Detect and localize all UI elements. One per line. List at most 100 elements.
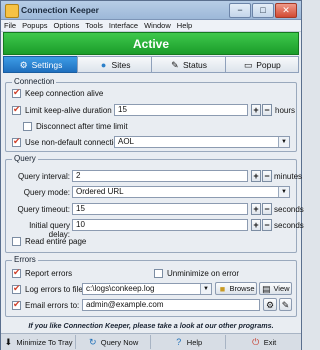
query-interval-label: Query interval:: [17, 172, 70, 181]
menu-tools[interactable]: Tools: [82, 20, 106, 31]
timeout-increase-button[interactable]: +: [251, 203, 261, 215]
view-button[interactable]: ▤ View: [259, 282, 292, 295]
read-entire-page-label: Read entire page: [25, 237, 87, 246]
tab-sites[interactable]: ● Sites: [77, 56, 152, 73]
errors-group-title: Errors: [12, 255, 38, 264]
disconnect-after-checkbox-row[interactable]: Disconnect after time limit: [23, 122, 128, 131]
report-errors-row[interactable]: Report errors: [12, 267, 72, 278]
email-input[interactable]: admin@example.com: [82, 299, 260, 311]
promo-message: If you like Connection Keeper, please ta…: [28, 321, 274, 330]
interval-decrease-button[interactable]: −: [262, 170, 272, 182]
chevron-down-icon[interactable]: ▼: [278, 187, 289, 197]
non-default-label: Use non-default connection:: [25, 138, 125, 147]
delay-unit: seconds: [274, 221, 304, 230]
query-timeout-input[interactable]: 15: [72, 203, 248, 215]
duration-decrease-button[interactable]: −: [262, 104, 272, 116]
limit-duration-checkbox[interactable]: [12, 104, 21, 115]
chevron-down-icon[interactable]: ▼: [278, 137, 289, 147]
help-label: Help: [186, 337, 203, 347]
help-icon: ?: [176, 337, 182, 347]
chevron-down-icon[interactable]: ▼: [200, 284, 211, 294]
connection-select[interactable]: AOL ▼: [114, 136, 290, 148]
query-now-button[interactable]: ↻ Query Now: [76, 335, 151, 349]
log-errors-checkbox[interactable]: [12, 283, 21, 294]
tab-status-label: Status: [182, 59, 208, 70]
unminimize-row[interactable]: Unminimize on error: [154, 269, 239, 278]
log-file-select[interactable]: c:\logs\conkeep.log ▼: [82, 283, 212, 295]
disconnect-after-checkbox[interactable]: [23, 122, 32, 131]
help-button[interactable]: ? Help: [151, 335, 226, 349]
read-entire-page-checkbox[interactable]: [12, 237, 21, 246]
gear-icon: ⚙: [19, 59, 28, 70]
email-errors-row[interactable]: Email errors to:: [12, 299, 79, 310]
unminimize-label: Unminimize on error: [167, 269, 240, 278]
browse-button[interactable]: ■ Browse: [215, 282, 257, 295]
email-settings-button[interactable]: ⚙: [263, 298, 277, 311]
document-icon: ▤: [262, 283, 271, 294]
limit-duration-input[interactable]: 15: [114, 104, 248, 116]
menu-options[interactable]: Options: [51, 20, 83, 31]
duration-increase-button[interactable]: +: [251, 104, 261, 116]
keep-alive-label: Keep connection alive: [25, 89, 104, 98]
app-window: Connection Keeper − □ ✕ File Popups Option…: [0, 0, 304, 350]
log-file-value: c:\logs\conkeep.log: [86, 284, 155, 293]
title-bar[interactable]: Connection Keeper − □ ✕: [1, 1, 301, 20]
non-default-checkbox-row[interactable]: Use non-default connection:: [12, 136, 125, 147]
disconnect-after-label: Disconnect after time limit: [36, 122, 128, 131]
connection-group: Connection Keep connection alive Limit k…: [5, 77, 297, 152]
query-group-title: Query: [12, 154, 38, 163]
unminimize-checkbox[interactable]: [154, 269, 163, 278]
limit-duration-label: Limit keep-alive duration to:: [25, 106, 123, 115]
refresh-icon: ↻: [88, 337, 97, 347]
menu-bar: File Popups Options Tools Interface Window Hel…: [1, 20, 301, 32]
menu-interface[interactable]: Interface: [106, 20, 141, 31]
exit-label: Exit: [263, 337, 277, 347]
tab-popup-label: Popup: [256, 59, 281, 70]
limit-duration-checkbox-row[interactable]: Limit keep-alive duration to:: [12, 104, 123, 115]
query-now-label: Query Now: [100, 337, 139, 347]
status-banner: Active: [3, 32, 299, 55]
report-errors-checkbox[interactable]: [12, 267, 21, 278]
delay-decrease-button[interactable]: −: [262, 219, 272, 231]
exit-icon: ⏻: [252, 337, 260, 347]
timeout-unit: seconds: [274, 205, 304, 214]
connection-select-value: AOL: [118, 137, 135, 146]
view-label: View: [273, 284, 290, 293]
query-timeout-label: Query timeout:: [17, 205, 70, 214]
minimize-to-tray-label: Minimize To Tray: [16, 337, 73, 347]
keep-alive-checkbox[interactable]: [12, 87, 21, 98]
timeout-decrease-button[interactable]: −: [262, 203, 272, 215]
window-icon: ▭: [243, 59, 253, 70]
menu-window[interactable]: Window: [141, 20, 174, 31]
menu-file[interactable]: File: [1, 20, 19, 31]
non-default-checkbox[interactable]: [12, 136, 21, 147]
duration-unit: hours: [275, 106, 296, 115]
down-arrow-icon: ⬇: [4, 337, 13, 347]
query-mode-select[interactable]: Ordered URL ▼: [72, 186, 290, 198]
tab-popup[interactable]: ▭ Popup: [225, 56, 299, 73]
keep-alive-checkbox-row[interactable]: Keep connection alive: [12, 87, 104, 98]
email-errors-checkbox[interactable]: [12, 299, 21, 310]
email-edit-button[interactable]: ✎: [279, 298, 292, 311]
delay-increase-button[interactable]: +: [251, 219, 261, 231]
menu-popups[interactable]: Popups: [19, 20, 50, 31]
maximize-button[interactable]: □: [252, 3, 274, 18]
exit-button[interactable]: ⏻ Exit: [226, 335, 301, 349]
query-mode-value: Ordered URL: [76, 187, 124, 196]
read-entire-page-row[interactable]: Read entire page: [12, 237, 86, 246]
minimize-button[interactable]: −: [229, 3, 251, 18]
bottom-toolbar: ⬇ Minimize To Tray ↻ Query Now ? Help ⏻ …: [1, 333, 301, 350]
globe-icon: ●: [100, 59, 107, 70]
initial-delay-input[interactable]: 10: [72, 219, 248, 231]
folder-icon: ■: [219, 283, 226, 294]
query-mode-label: Query mode:: [23, 188, 70, 197]
interval-increase-button[interactable]: +: [251, 170, 261, 182]
query-interval-input[interactable]: 2: [72, 170, 248, 182]
tab-settings[interactable]: ⚙ Settings: [3, 56, 78, 73]
log-errors-row[interactable]: Log errors to file:: [12, 283, 85, 294]
menu-help[interactable]: Help: [174, 20, 195, 31]
tab-status[interactable]: ✎ Status: [151, 56, 226, 73]
close-button[interactable]: ✕: [275, 3, 297, 18]
minimize-to-tray-button[interactable]: ⬇ Minimize To Tray: [1, 335, 76, 349]
connection-group-title: Connection: [12, 77, 57, 86]
